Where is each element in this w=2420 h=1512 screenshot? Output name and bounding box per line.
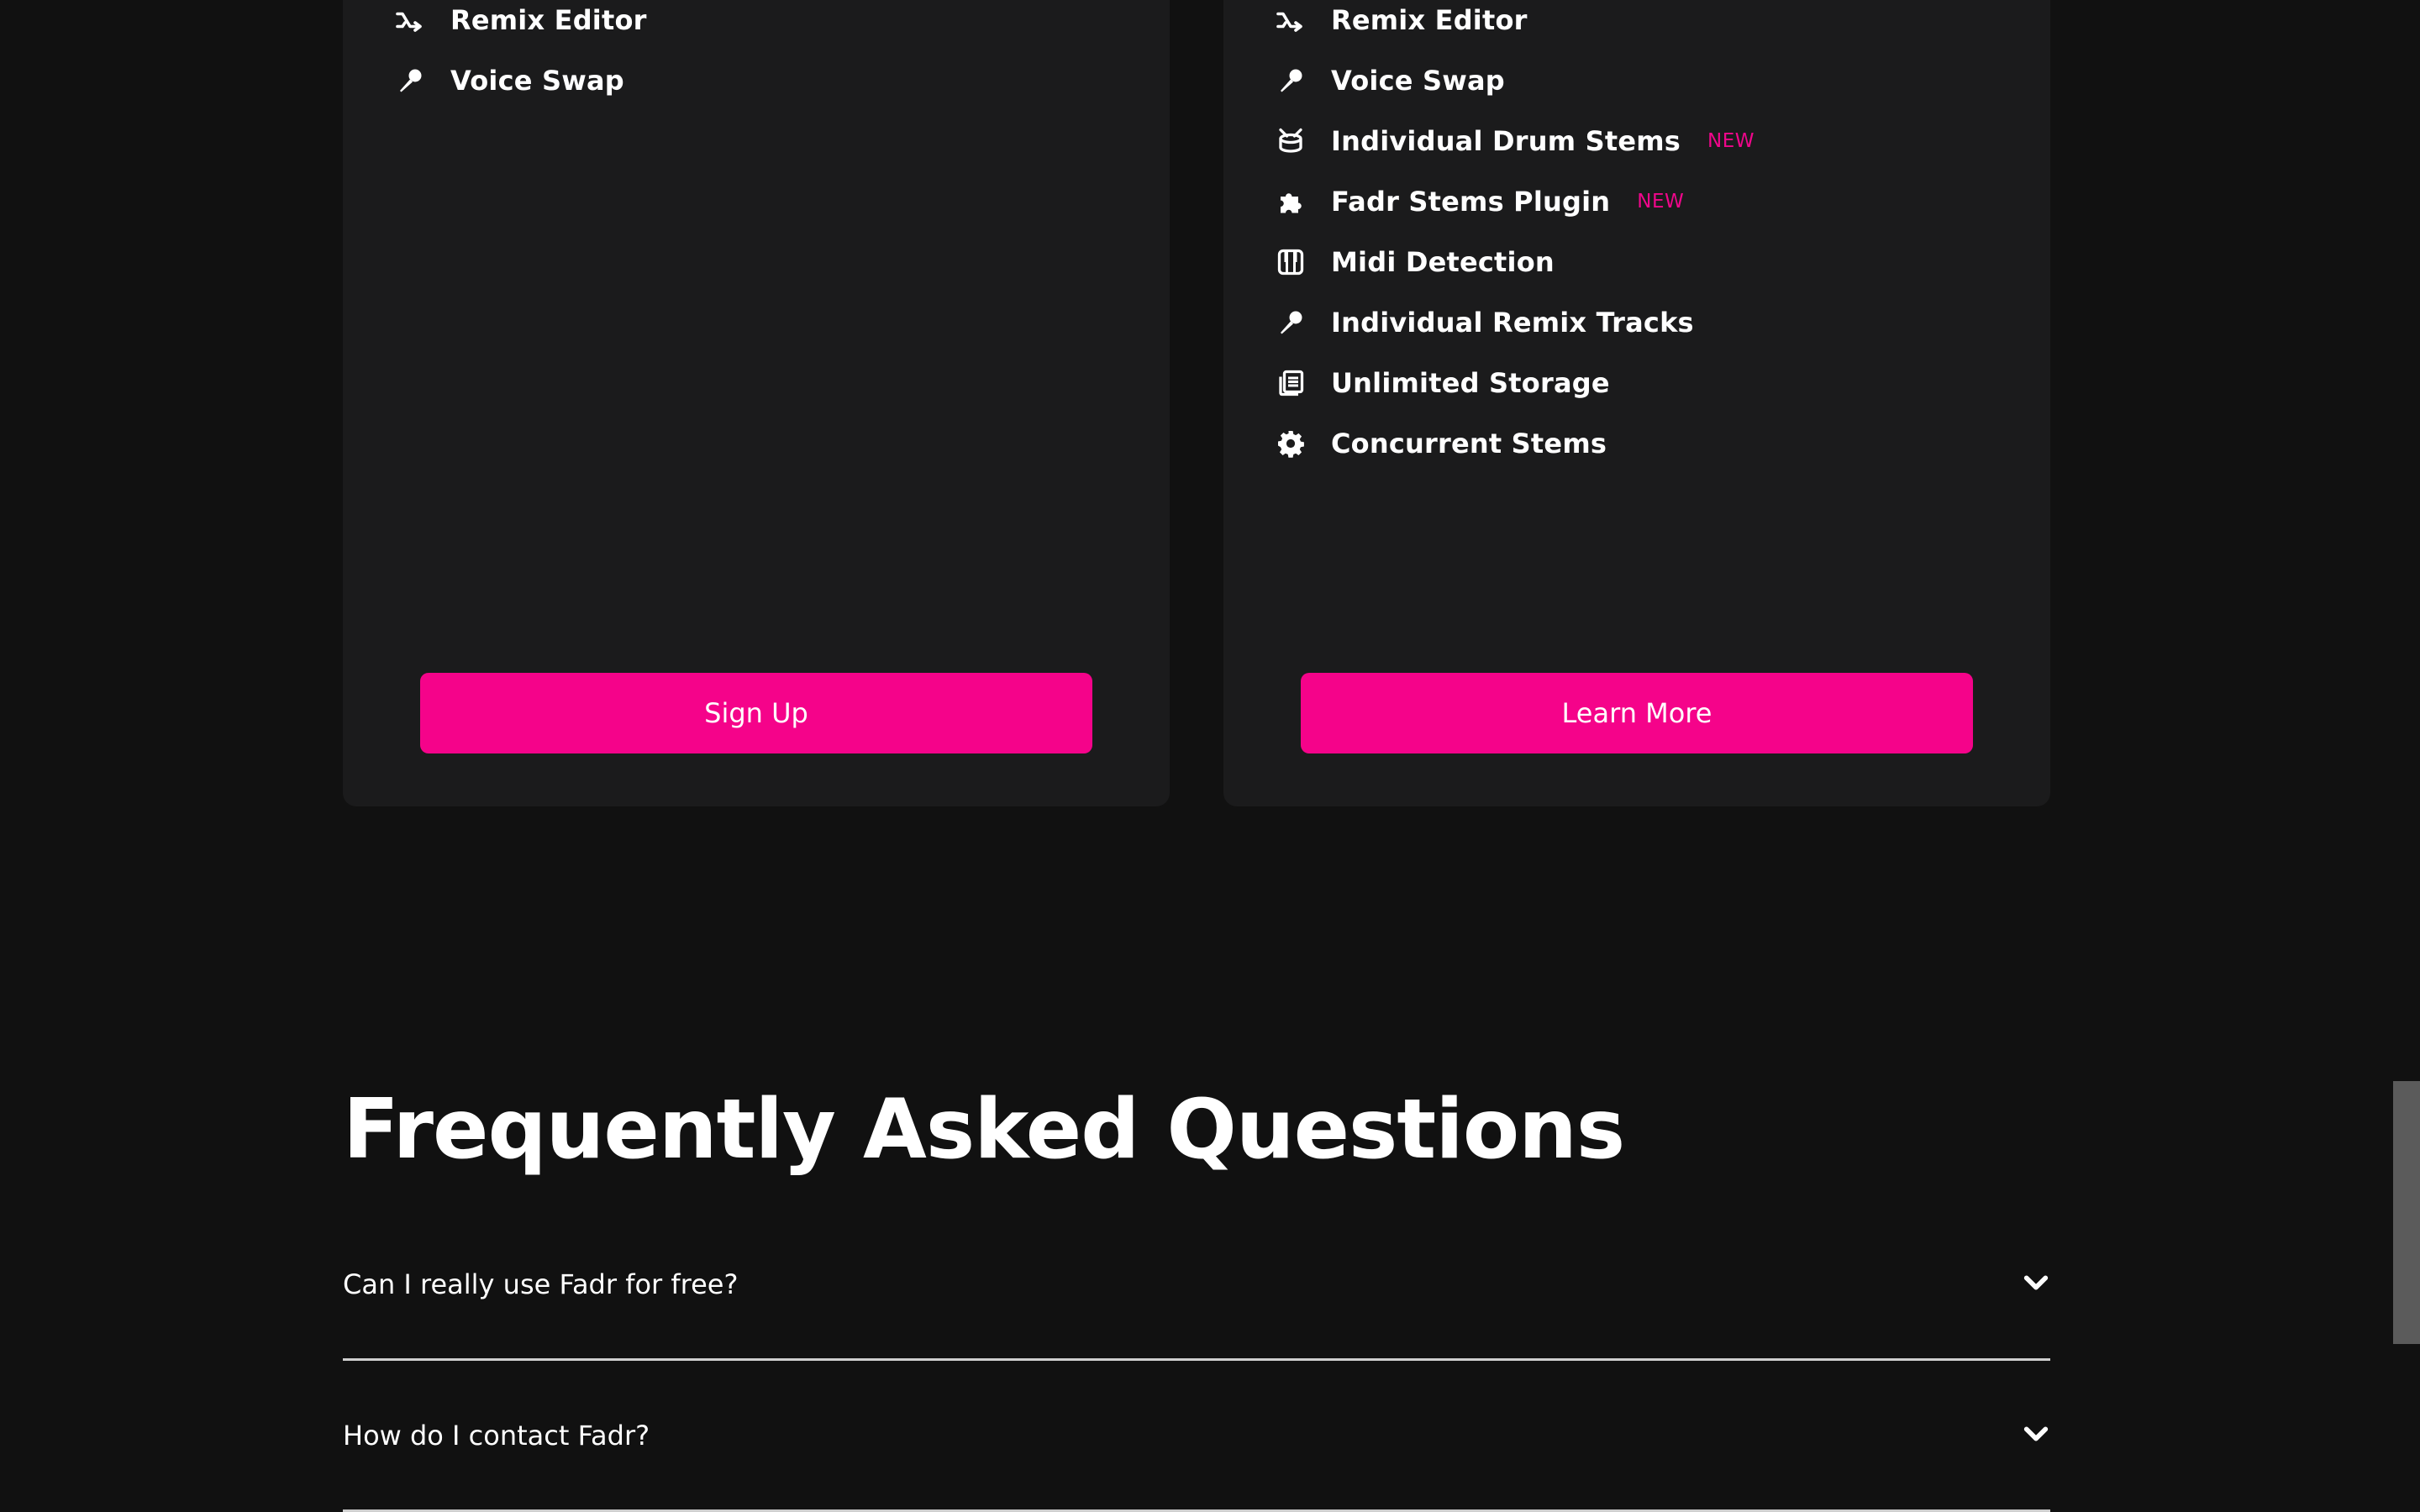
sign-up-button[interactable]: Sign Up: [420, 673, 1092, 753]
feature-label: Remix Editor: [1331, 4, 1528, 36]
shuffle-arrow-icon: [395, 5, 425, 35]
puzzle-piece-icon: [1276, 186, 1306, 217]
feature-label: Voice Swap: [1331, 65, 1505, 97]
faq-item[interactable]: Can I really use Fadr for free?: [343, 1210, 2050, 1361]
feature-label: Concurrent Stems: [1331, 428, 1607, 459]
feature-label: Individual Remix Tracks: [1331, 307, 1694, 339]
faq-title: Frequently Asked Questions: [343, 1082, 1625, 1178]
feature-label: Voice Swap: [450, 65, 624, 97]
chevron-down-icon[interactable]: [2022, 1420, 2050, 1448]
faq-question: Can I really use Fadr for free?: [343, 1268, 739, 1300]
feature-label: Midi Detection: [1331, 246, 1555, 278]
drum-icon: [1276, 126, 1306, 156]
feature-label: Individual Drum Stems: [1331, 125, 1681, 157]
plan-card-free: Remix Editor Voice Swap Sign Up: [343, 0, 1170, 806]
feature-label: Fadr Stems Plugin: [1331, 186, 1611, 218]
new-badge: NEW: [1707, 130, 1755, 152]
shuffle-arrow-icon: [1276, 5, 1306, 35]
chevron-down-icon[interactable]: [2022, 1268, 2050, 1297]
faq-item[interactable]: How do I contact Fadr?: [343, 1361, 2050, 1512]
pricing-faq-page: Remix Editor Voice Swap Sign Up Remix Ed…: [0, 0, 2420, 1512]
gear-icon: [1276, 428, 1306, 459]
piano-keys-icon: [1276, 247, 1306, 277]
faq-question: How do I contact Fadr?: [343, 1420, 650, 1452]
learn-more-button[interactable]: Learn More: [1301, 673, 1973, 753]
feature-label: Unlimited Storage: [1331, 367, 1610, 399]
new-badge: NEW: [1637, 191, 1685, 213]
microphone-icon: [1276, 307, 1306, 338]
feature-list-plus: Remix Editor Voice Swap Individual Drum …: [1276, 0, 1754, 484]
scrollbar-thumb[interactable]: [2393, 1081, 2420, 1344]
microphone-icon: [1276, 66, 1306, 96]
microphone-icon: [395, 66, 425, 96]
storage-icon: [1276, 368, 1306, 398]
plan-card-plus: Remix Editor Voice Swap Individual Drum …: [1223, 0, 2050, 806]
feature-item: Voice Swap: [395, 40, 647, 121]
feature-list-free: Remix Editor Voice Swap: [395, 0, 647, 121]
feature-label: Remix Editor: [450, 4, 647, 36]
feature-item: Concurrent Stems: [1276, 403, 1754, 484]
scrollbar[interactable]: [2393, 0, 2420, 1512]
